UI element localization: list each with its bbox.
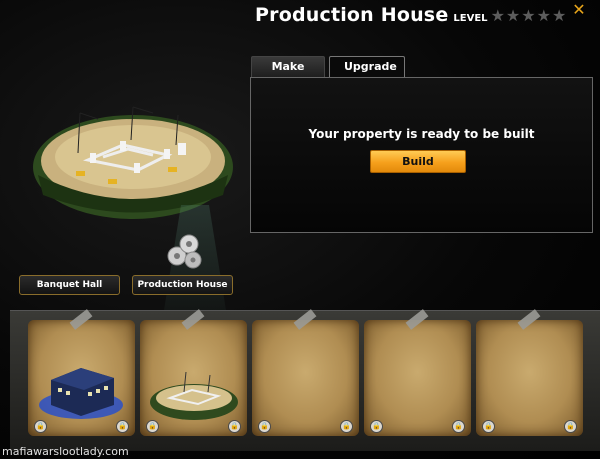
build-button[interactable]: Build xyxy=(370,150,466,173)
level-stars: ★ ★ ★ ★ ★ xyxy=(491,8,567,24)
lock-icon: 🔒 xyxy=(146,420,159,433)
page-title: Production House xyxy=(255,4,449,26)
upgrade-panel: Your property is ready to be built Build xyxy=(250,77,593,233)
star-icon: ★ xyxy=(521,6,536,25)
status-message: Your property is ready to be built xyxy=(308,127,535,141)
lock-icon: 🔒 xyxy=(482,420,495,433)
tab-upgrade[interactable]: Upgrade xyxy=(329,56,405,78)
star-icon: ★ xyxy=(551,6,567,25)
lock-icon: 🔒 xyxy=(370,420,383,433)
banquet-hall-thumbnail xyxy=(39,368,123,419)
close-icon[interactable]: ✕ xyxy=(571,2,587,18)
lock-icon: 🔒 xyxy=(228,420,241,433)
watermark: mafiawarslootlady.com xyxy=(2,445,129,458)
card-banquet-hall[interactable]: 🔒 🔒 xyxy=(28,309,135,436)
game-background: Production House LEVEL ★ ★ ★ ★ ★ ✕ Banqu… xyxy=(0,0,600,459)
film-reel-icon xyxy=(167,234,202,269)
level-label: LEVEL xyxy=(453,13,488,24)
star-icon: ★ xyxy=(490,6,505,25)
tab-bar: Make Upgrade xyxy=(251,56,405,78)
lock-icon: 🔒 xyxy=(452,420,465,433)
lock-icon: 🔒 xyxy=(564,420,577,433)
tab-make[interactable]: Make xyxy=(251,56,325,77)
banquet-hall-button[interactable]: Banquet Hall xyxy=(19,275,120,295)
card-empty-slot[interactable]: 🔒 🔒 xyxy=(364,309,471,436)
card-empty-slot[interactable]: 🔒 🔒 xyxy=(476,309,583,436)
lock-icon: 🔒 xyxy=(34,420,47,433)
card-production-house[interactable]: 🔒 🔒 xyxy=(140,309,247,436)
header: Production House LEVEL ★ ★ ★ ★ ★ xyxy=(255,4,566,26)
production-house-thumbnail xyxy=(150,372,238,420)
card-empty-slot[interactable]: 🔒 🔒 xyxy=(252,309,359,436)
lock-icon: 🔒 xyxy=(258,420,271,433)
star-icon: ★ xyxy=(536,6,551,25)
lock-icon: 🔒 xyxy=(340,420,353,433)
star-icon: ★ xyxy=(505,6,521,25)
lock-icon: 🔒 xyxy=(116,420,129,433)
production-house-button[interactable]: Production House xyxy=(132,275,233,295)
